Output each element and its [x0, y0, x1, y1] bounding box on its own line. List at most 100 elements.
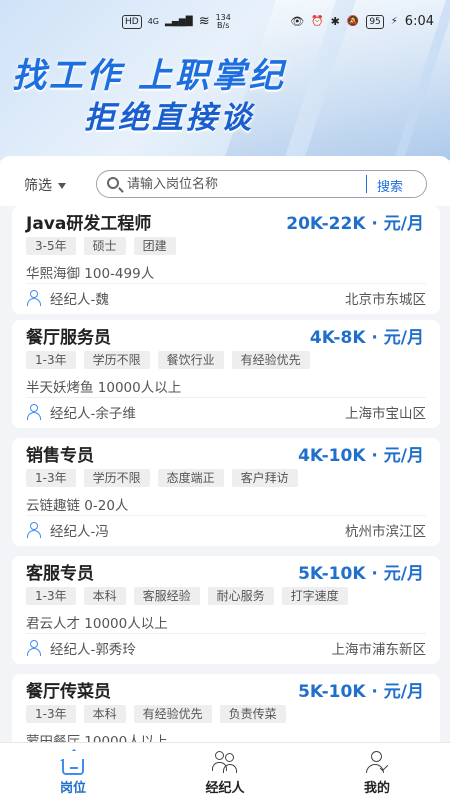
- card-divider: [26, 397, 426, 398]
- agents-icon: [212, 749, 238, 775]
- job-tags: 1-3年 本科 客服经验 耐心服务 打字速度: [26, 587, 348, 605]
- job-location: 北京市东城区: [345, 292, 426, 308]
- hd-badge: HD: [122, 15, 142, 29]
- job-location: 杭州市滨江区: [345, 524, 426, 540]
- job-location: 上海市宝山区: [345, 406, 426, 422]
- job-tag: 负责传菜: [219, 705, 286, 723]
- job-tag: 客户拜访: [231, 469, 298, 487]
- job-title: Java研发工程师: [26, 214, 152, 234]
- search-input[interactable]: [127, 175, 357, 193]
- job-salary: 5K-10K · 元/月: [298, 564, 424, 584]
- job-tags: 3-5年 硕士 团建: [26, 237, 176, 255]
- alarm-icon: ⏰: [311, 15, 324, 27]
- job-card[interactable]: Java研发工程师 20K-22K · 元/月 3-5年 硕士 团建 华熙海御 …: [12, 206, 440, 314]
- job-tag: 1-3年: [26, 705, 76, 723]
- job-tags: 1-3年 学历不限 餐饮行业 有经验优先: [26, 351, 310, 369]
- job-title: 餐厅服务员: [26, 328, 111, 348]
- job-salary: 5K-10K · 元/月: [298, 682, 424, 702]
- agent-info: 经纪人-魏: [26, 288, 109, 308]
- wifi-icon: ≋: [198, 14, 210, 29]
- profile-icon: [364, 749, 390, 775]
- job-tag: 1-3年: [26, 587, 76, 605]
- agent-info: 经纪人-余子维: [26, 402, 136, 422]
- job-tag: 团建: [133, 237, 176, 255]
- search-divider: [366, 175, 367, 193]
- filter-dropdown[interactable]: 筛选: [24, 175, 66, 195]
- signal-icon: ▂▄▆█: [165, 17, 193, 27]
- job-tag: 客服经验: [133, 587, 200, 605]
- status-bar: HD 4G ▂▄▆█ ≋ 134 B/s 👁 ⏰ ✱ 🔕 95 ⚡ 6:04: [0, 12, 450, 36]
- person-icon: [26, 522, 42, 538]
- company-info: 云链趣链 0-20人: [26, 498, 129, 514]
- job-location: 上海市浦东新区: [331, 642, 427, 658]
- caret-down-icon: [58, 183, 66, 189]
- bottom-nav: 岗位 经纪人 我的: [0, 742, 450, 800]
- mute-icon: 🔕: [346, 15, 360, 27]
- nav-tab-profile[interactable]: 我的: [337, 749, 417, 796]
- network-speed-unit: B/s: [217, 21, 230, 30]
- company-info: 华熙海御 100-499人: [26, 266, 155, 282]
- home-icon: [62, 759, 84, 775]
- nav-tab-label: 岗位: [59, 781, 86, 796]
- job-tags: 1-3年 学历不限 态度端正 客户拜访: [26, 469, 298, 487]
- clock: 6:04: [404, 14, 434, 29]
- job-list: Java研发工程师 20K-22K · 元/月 3-5年 硕士 团建 华熙海御 …: [0, 206, 450, 742]
- job-card[interactable]: 餐厅传菜员 5K-10K · 元/月 1-3年 本科 有经验优先 负责传菜 蒙田…: [12, 674, 440, 742]
- job-tag: 学历不限: [83, 469, 150, 487]
- bluetooth-icon: ✱: [330, 14, 340, 28]
- job-salary: 20K-22K · 元/月: [286, 214, 424, 234]
- person-icon: [26, 290, 42, 306]
- nav-tab-label: 经纪人: [205, 781, 245, 796]
- person-icon: [26, 640, 42, 656]
- battery-indicator: 95: [366, 14, 384, 29]
- job-card[interactable]: 客服专员 5K-10K · 元/月 1-3年 本科 客服经验 耐心服务 打字速度…: [12, 556, 440, 664]
- job-salary: 4K-10K · 元/月: [298, 446, 424, 466]
- job-tag: 有经验优先: [133, 705, 212, 723]
- job-title: 客服专员: [26, 564, 94, 584]
- search-box: 搜索: [96, 170, 427, 198]
- header-banner: HD 4G ▂▄▆█ ≋ 134 B/s 👁 ⏰ ✱ 🔕 95 ⚡ 6:04 找…: [0, 0, 450, 160]
- job-title: 餐厅传菜员: [26, 682, 111, 702]
- job-tag: 耐心服务: [207, 587, 274, 605]
- nav-tab-agents[interactable]: 经纪人: [185, 749, 265, 796]
- slogan-line-2: 拒绝直接谈: [84, 100, 254, 136]
- card-divider: [26, 633, 426, 634]
- job-salary: 4K-8K · 元/月: [309, 328, 424, 348]
- agent-info: 经纪人-冯: [26, 520, 109, 540]
- job-tag: 1-3年: [26, 351, 76, 369]
- search-icon: [107, 177, 119, 189]
- company-info: 君云人才 10000人以上: [26, 616, 168, 632]
- person-icon: [26, 404, 42, 420]
- job-tag: 3-5年: [26, 237, 76, 255]
- job-tag: 1-3年: [26, 469, 76, 487]
- job-tag: 学历不限: [83, 351, 150, 369]
- agent-name: 经纪人-魏: [50, 292, 109, 308]
- company-info: 蒙田餐厅 10000人以上: [26, 734, 168, 742]
- search-bar: 筛选 搜索: [0, 156, 450, 206]
- job-tag: 打字速度: [281, 587, 348, 605]
- agent-info: 经纪人-郭秀玲: [26, 638, 136, 658]
- nav-tab-label: 我的: [363, 781, 390, 796]
- network-type: 4G: [147, 17, 159, 26]
- job-title: 销售专员: [26, 446, 94, 466]
- agent-name: 经纪人-冯: [50, 524, 109, 540]
- job-tag: 本科: [83, 705, 126, 723]
- job-tag: 有经验优先: [231, 351, 310, 369]
- card-divider: [26, 283, 426, 284]
- charging-icon: ⚡: [390, 15, 398, 27]
- nav-tab-jobs[interactable]: 岗位: [33, 749, 113, 796]
- filter-label: 筛选: [24, 178, 52, 194]
- eye-icon: 👁: [290, 14, 305, 28]
- job-card[interactable]: 销售专员 4K-10K · 元/月 1-3年 学历不限 态度端正 客户拜访 云链…: [12, 438, 440, 546]
- card-divider: [26, 515, 426, 516]
- agent-name: 经纪人-余子维: [50, 406, 136, 422]
- job-tag: 态度端正: [157, 469, 224, 487]
- job-tag: 餐饮行业: [157, 351, 224, 369]
- company-info: 半天妖烤鱼 10000人以上: [26, 380, 182, 396]
- job-tag: 本科: [83, 587, 126, 605]
- network-speed: 134 B/s: [216, 14, 231, 30]
- job-tags: 1-3年 本科 有经验优先 负责传菜: [26, 705, 286, 723]
- job-tag: 硕士: [83, 237, 126, 255]
- search-button[interactable]: 搜索: [377, 176, 403, 195]
- job-card[interactable]: 餐厅服务员 4K-8K · 元/月 1-3年 学历不限 餐饮行业 有经验优先 半…: [12, 320, 440, 428]
